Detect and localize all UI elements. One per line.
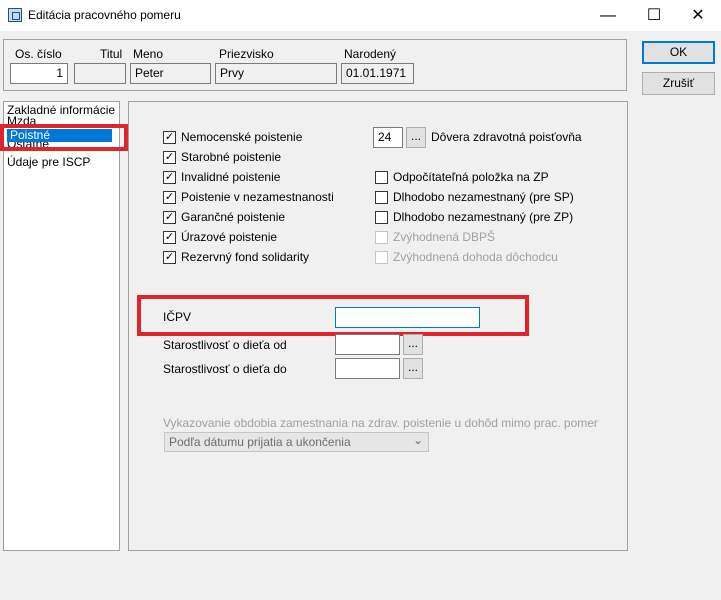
section-list: Zakladné informácie Mzda Ostatné Poistné… (3, 101, 120, 551)
checkbox-rezervny-fond[interactable]: ✓ Rezervný fond solidarity (163, 249, 334, 265)
health-insurer-browse-button[interactable]: ... (406, 127, 426, 148)
checkbox-nemocenske[interactable]: ✓ Nemocenské poistenie (163, 129, 334, 145)
reporting-label: Vykazovanie obdobia zamestnania na zdrav… (163, 416, 598, 430)
ok-button[interactable]: OK (642, 41, 715, 64)
checkbox-label: Zvýhodnená dohoda dôchodcu (393, 250, 558, 264)
highlight-box-icpv (137, 295, 529, 336)
checkbox-dohoda-dochodcu: Zvýhodnená dohoda dôchodcu (375, 249, 574, 265)
checkbox-dbps: Zvýhodnená DBPŠ (375, 229, 574, 245)
titul-label: Titul (100, 47, 123, 61)
titul-field[interactable] (74, 63, 126, 84)
maximize-button[interactable]: ☐ (631, 0, 677, 31)
health-insurer-label: Dôvera zdravotná poisťovňa (431, 130, 582, 144)
cancel-button[interactable]: Zrušiť (642, 72, 715, 95)
nav-item-iscp[interactable]: Údaje pre ISCP (7, 156, 90, 169)
checkbox-box (375, 230, 388, 244)
checkbox-starobne[interactable]: ✓ Starobné poistenie (163, 149, 334, 165)
checkbox-label: Poistenie v nezamestnanosti (181, 190, 334, 204)
checkbox-nezamestnanost[interactable]: ✓ Poistenie v nezamestnanosti (163, 189, 334, 205)
checkbox-urazove[interactable]: ✓ Úrazové poistenie (163, 229, 334, 245)
checkbox-label: Zvýhodnená DBPŠ (393, 230, 496, 244)
chevron-down-icon: ⌄ (412, 433, 423, 447)
check-icon[interactable]: ✓ (163, 130, 176, 144)
reporting-select-value: Podľa dátumu prijatia a ukončenia (169, 435, 351, 449)
app-icon (8, 8, 22, 22)
highlight-box-poistne (0, 124, 128, 151)
narodeny-field[interactable]: 01.01.1971 (341, 63, 414, 84)
checkbox-label: Garančné poistenie (181, 210, 286, 224)
checkbox-box[interactable] (375, 170, 388, 184)
checkbox-odpocitatelna[interactable]: Odpočítateľná položka na ZP (375, 169, 574, 185)
meno-field[interactable]: Peter (130, 63, 211, 84)
checkbox-label: Rezervný fond solidarity (181, 250, 310, 264)
checkbox-label: Dlhodobo nezamestnaný (pre SP) (393, 190, 574, 204)
checkbox-label: Dlhodobo nezamestnaný (pre ZP) (393, 210, 574, 224)
health-insurer-code-field[interactable]: 24 (373, 127, 403, 148)
window-title: Editácia pracovného pomeru (28, 8, 181, 22)
checkbox-box (375, 250, 388, 264)
narodeny-label: Narodený (344, 47, 397, 61)
care-from-field[interactable] (335, 334, 400, 355)
minimize-button[interactable]: — (585, 0, 631, 31)
os-cislo-field[interactable]: 1 (10, 63, 68, 84)
care-to-browse-button[interactable]: ... (403, 358, 423, 379)
checkbox-garancne[interactable]: ✓ Garančné poistenie (163, 209, 334, 225)
checkbox-label: Odpočítateľná položka na ZP (393, 170, 549, 184)
meno-label: Meno (133, 47, 164, 61)
left-checkbox-group: ✓ Nemocenské poistenie ✓ Starobné poisteni… (163, 129, 334, 265)
checkbox-box[interactable] (375, 210, 388, 224)
checkbox-box[interactable] (375, 190, 388, 204)
right-checkbox-group: Odpočítateľná položka na ZP Dlhodobo nez… (375, 169, 574, 265)
checkbox-label: Invalidné poistenie (181, 170, 281, 184)
reporting-select: Podľa dátumu prijatia a ukončenia ⌄ (164, 432, 429, 452)
checkbox-label: Starobné poistenie (181, 150, 282, 164)
os-cislo-label: Os. číslo (15, 47, 62, 61)
checkbox-dlhodobo-sp[interactable]: Dlhodobo nezamestnaný (pre SP) (375, 189, 574, 205)
check-icon[interactable]: ✓ (163, 170, 176, 184)
priezvisko-label: Priezvisko (219, 47, 274, 61)
checkbox-label: Nemocenské poistenie (181, 130, 303, 144)
checkbox-label: Úrazové poistenie (181, 230, 278, 244)
care-from-browse-button[interactable]: ... (403, 334, 423, 355)
priezvisko-field[interactable]: Prvy (215, 63, 337, 84)
check-icon[interactable]: ✓ (163, 210, 176, 224)
checkbox-dlhodobo-zp[interactable]: Dlhodobo nezamestnaný (pre ZP) (375, 209, 574, 225)
check-icon[interactable]: ✓ (163, 250, 176, 264)
care-to-label: Starostlivosť o dieťa do (163, 362, 287, 376)
checkbox-invalidne[interactable]: ✓ Invalidné poistenie (163, 169, 334, 185)
check-icon[interactable]: ✓ (163, 230, 176, 244)
check-icon[interactable]: ✓ (163, 150, 176, 164)
care-from-label: Starostlivosť o dieťa od (163, 338, 287, 352)
care-to-field[interactable] (335, 358, 400, 379)
check-icon[interactable]: ✓ (163, 190, 176, 204)
close-button[interactable]: ✕ (675, 0, 721, 31)
